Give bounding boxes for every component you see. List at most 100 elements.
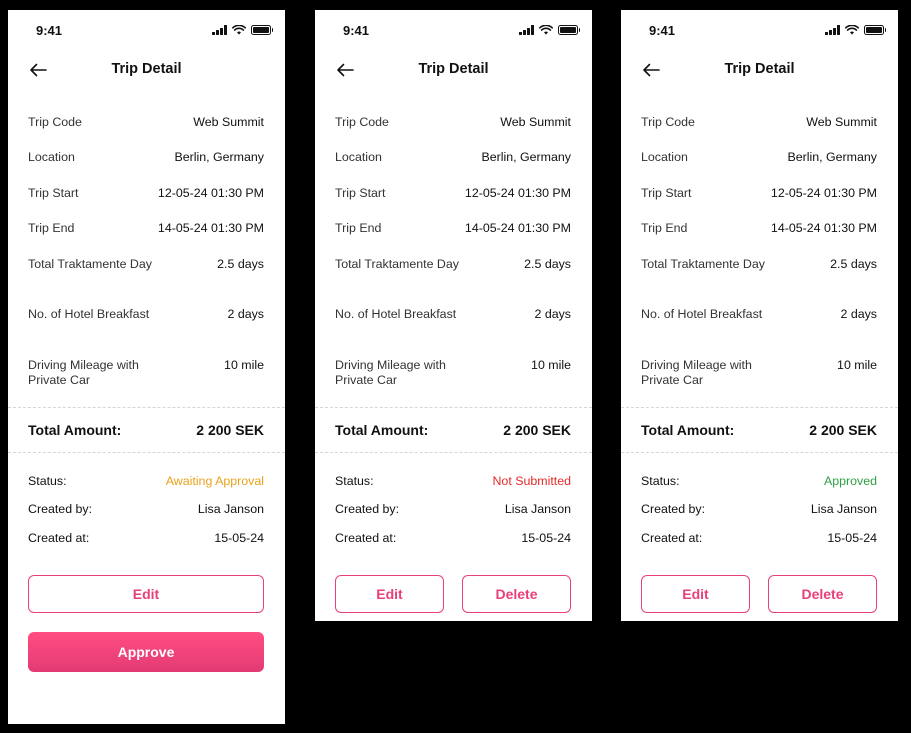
detail-value: 14-05-24 01:30 PM <box>770 221 877 235</box>
wifi-icon <box>232 25 246 35</box>
detail-value: 12-05-24 01:30 PM <box>770 186 877 200</box>
detail-value: 10 mile <box>837 358 877 372</box>
detail-label: Total Traktamente Day <box>28 257 152 271</box>
detail-label: Driving Mileage with Private Car <box>28 358 139 387</box>
wifi-icon <box>539 25 553 35</box>
created-at-value: 15-05-24 <box>214 531 264 545</box>
edit-button[interactable]: Edit <box>28 575 264 613</box>
created-by-label: Created by: <box>28 502 93 516</box>
detail-value: 10 mile <box>531 358 571 372</box>
total-row: Total Amount: 2 200 SEK <box>28 422 264 438</box>
total-label: Total Amount: <box>641 422 735 438</box>
detail-value: 10 mile <box>224 358 264 372</box>
detail-row-trip-start: Trip Start 12-05-24 01:30 PM <box>335 186 571 201</box>
detail-value: 2.5 days <box>217 257 264 271</box>
detail-label: Location <box>641 150 688 164</box>
created-by-label: Created by: <box>335 502 400 516</box>
back-button[interactable] <box>26 58 50 82</box>
detail-value: 12-05-24 01:30 PM <box>464 186 571 200</box>
detail-label: Driving Mileage with Private Car <box>335 358 446 387</box>
divider <box>8 407 285 408</box>
detail-label: No. of Hotel Breakfast <box>28 307 150 321</box>
detail-row-trip-end: Trip End 14-05-24 01:30 PM <box>335 221 571 236</box>
detail-label: No. of Hotel Breakfast <box>641 307 763 321</box>
divider <box>621 452 898 453</box>
status-icons <box>212 25 273 35</box>
back-button[interactable] <box>639 58 663 82</box>
screen-not-submitted: 9:41 Trip Detail Trip Code Web Summit Lo… <box>315 10 592 621</box>
created-by-row: Created by: Lisa Janson <box>641 502 877 516</box>
detail-row-location: Location Berlin, Germany <box>28 150 264 165</box>
signal-icon <box>519 25 534 35</box>
detail-row-trip-end: Trip End 14-05-24 01:30 PM <box>28 221 264 236</box>
detail-row-traktamente: Total Traktamente Day 2.5 days <box>641 257 877 272</box>
detail-row-mileage: Driving Mileage with Private Car 10 mile <box>641 358 877 388</box>
detail-label: Location <box>28 150 75 164</box>
detail-label: Trip Code <box>641 115 695 129</box>
detail-value: Berlin, Germany <box>481 150 571 164</box>
signal-icon <box>825 25 840 35</box>
total-label: Total Amount: <box>28 422 122 438</box>
battery-icon <box>251 25 273 35</box>
total-row: Total Amount: 2 200 SEK <box>335 422 571 438</box>
status-label: Status: <box>641 474 680 488</box>
detail-value: 12-05-24 01:30 PM <box>157 186 264 200</box>
detail-label: Trip Start <box>641 186 692 200</box>
battery-icon <box>864 25 886 35</box>
delete-button[interactable]: Delete <box>462 575 571 613</box>
created-at-label: Created at: <box>28 531 90 545</box>
detail-row-trip-end: Trip End 14-05-24 01:30 PM <box>641 221 877 236</box>
created-by-row: Created by: Lisa Janson <box>28 502 264 516</box>
detail-label: Total Traktamente Day <box>641 257 765 271</box>
created-by-value: Lisa Janson <box>504 502 571 516</box>
divider <box>315 452 592 453</box>
created-at-label: Created at: <box>641 531 703 545</box>
delete-button[interactable]: Delete <box>768 575 877 613</box>
status-badge: Not Submitted <box>492 474 571 488</box>
divider <box>621 407 898 408</box>
status-bar: 9:41 <box>621 10 898 50</box>
status-icons <box>825 25 886 35</box>
detail-label: Total Traktamente Day <box>335 257 459 271</box>
created-by-row: Created by: Lisa Janson <box>335 502 571 516</box>
detail-row-trip-code: Trip Code Web Summit <box>335 115 571 130</box>
header: Trip Detail <box>621 56 898 84</box>
detail-row-hotel-breakfast: No. of Hotel Breakfast 2 days <box>28 307 264 322</box>
approve-button[interactable]: Approve <box>28 632 264 672</box>
edit-button[interactable]: Edit <box>335 575 444 613</box>
status-time: 9:41 <box>36 23 63 38</box>
detail-label: Trip Code <box>28 115 82 129</box>
status-badge: Approved <box>823 474 877 488</box>
detail-value: 2 days <box>227 307 264 321</box>
edit-button[interactable]: Edit <box>641 575 750 613</box>
detail-row-mileage: Driving Mileage with Private Car 10 mile <box>28 358 264 388</box>
battery-icon <box>558 25 580 35</box>
detail-label: No. of Hotel Breakfast <box>335 307 457 321</box>
created-at-value: 15-05-24 <box>827 531 877 545</box>
wifi-icon <box>845 25 859 35</box>
detail-label: Trip Start <box>335 186 386 200</box>
header: Trip Detail <box>315 56 592 84</box>
detail-value: 14-05-24 01:30 PM <box>464 221 571 235</box>
status-row: Status: Not Submitted <box>335 474 571 488</box>
created-by-label: Created by: <box>641 502 706 516</box>
detail-row-hotel-breakfast: No. of Hotel Breakfast 2 days <box>641 307 877 322</box>
detail-row-location: Location Berlin, Germany <box>641 150 877 165</box>
detail-row-trip-code: Trip Code Web Summit <box>28 115 264 130</box>
status-icons <box>519 25 580 35</box>
divider <box>315 407 592 408</box>
status-bar: 9:41 <box>8 10 285 50</box>
back-arrow-icon <box>30 63 47 77</box>
detail-row-trip-start: Trip Start 12-05-24 01:30 PM <box>28 186 264 201</box>
detail-label: Trip End <box>335 221 382 235</box>
back-arrow-icon <box>337 63 354 77</box>
total-value: 2 200 SEK <box>196 422 264 438</box>
detail-value: Berlin, Germany <box>787 150 877 164</box>
status-label: Status: <box>28 474 67 488</box>
back-button[interactable] <box>333 58 357 82</box>
detail-value: 2 days <box>534 307 571 321</box>
detail-label: Trip End <box>28 221 75 235</box>
status-time: 9:41 <box>343 23 370 38</box>
divider <box>8 452 285 453</box>
status-badge: Awaiting Approval <box>165 474 264 488</box>
